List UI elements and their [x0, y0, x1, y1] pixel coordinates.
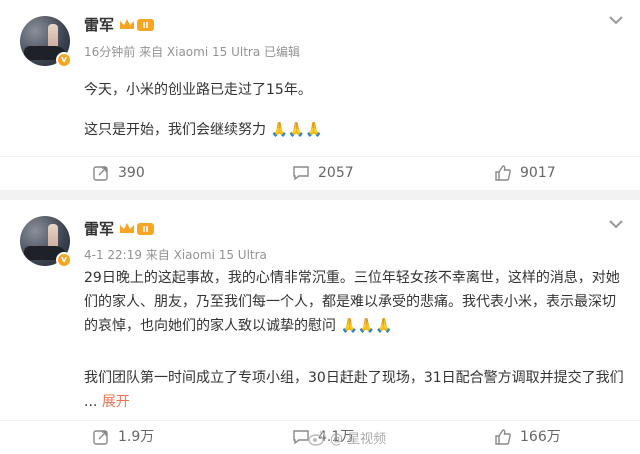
post-meta: 16分钟前 来自 Xiaomi 15 Ultra 已编辑 [84, 45, 300, 59]
vip-crown-icon[interactable]: II [118, 221, 156, 237]
author-name[interactable]: 雷军 [84, 218, 114, 239]
post-meta: 4-1 22:19 来自 Xiaomi 15 Ultra [84, 248, 267, 262]
post-text-2: 这只是开始，我们会继续努力 🙏🙏🙏 [84, 122, 323, 138]
post-card-2: v 雷军 II 4-1 22:19 来自 Xiaomi 15 Ultra 29日… [0, 200, 640, 454]
verified-badge-icon: v [56, 52, 72, 68]
thumbs-up-icon [495, 429, 511, 445]
watermark: @ 星视频 [308, 428, 386, 447]
expand-link[interactable]: 展开 [102, 394, 130, 410]
like-button[interactable]: 9017 [494, 163, 556, 183]
comment-count: 2057 [318, 165, 354, 181]
weibo-logo-icon [308, 430, 326, 446]
chevron-down-icon[interactable] [608, 14, 624, 26]
post-text-1: 29日晚上的这起事故，我的心情非常沉重。三位年轻女孩不幸离世，这样的消息，对她们… [84, 270, 620, 334]
comment-button[interactable]: 2057 [292, 163, 354, 183]
comment-icon [293, 166, 309, 181]
post-card-1: v 雷军 II 16分钟前 来自 Xiaomi 15 Ultra 已编辑 今天，… [0, 0, 640, 190]
repost-button[interactable]: 1.9万 [92, 427, 154, 447]
repost-icon [93, 430, 108, 445]
svg-text:II: II [143, 225, 149, 234]
thumbs-up-icon [495, 165, 511, 181]
action-bar: 390 2057 9017 [0, 156, 640, 186]
verified-badge-icon: v [56, 252, 72, 268]
repost-count: 1.9万 [118, 429, 155, 445]
post-text-1: 今天，小米的创业路已走过了15年。 [84, 82, 312, 98]
vip-crown-icon[interactable]: II [118, 17, 156, 33]
chevron-down-icon[interactable] [608, 218, 624, 230]
repost-button[interactable]: 390 [92, 163, 145, 183]
post-text-2: 我们团队第一时间成立了专项小组，30日赶赴了现场，31日配合警方调取并提交了我们… [84, 370, 624, 410]
like-button[interactable]: 166万 [494, 427, 561, 447]
repost-icon [93, 166, 108, 181]
like-count: 166万 [520, 429, 561, 445]
author-name[interactable]: 雷军 [84, 14, 114, 35]
repost-count: 390 [118, 165, 145, 181]
like-count: 9017 [520, 165, 556, 181]
svg-text:II: II [143, 21, 149, 30]
